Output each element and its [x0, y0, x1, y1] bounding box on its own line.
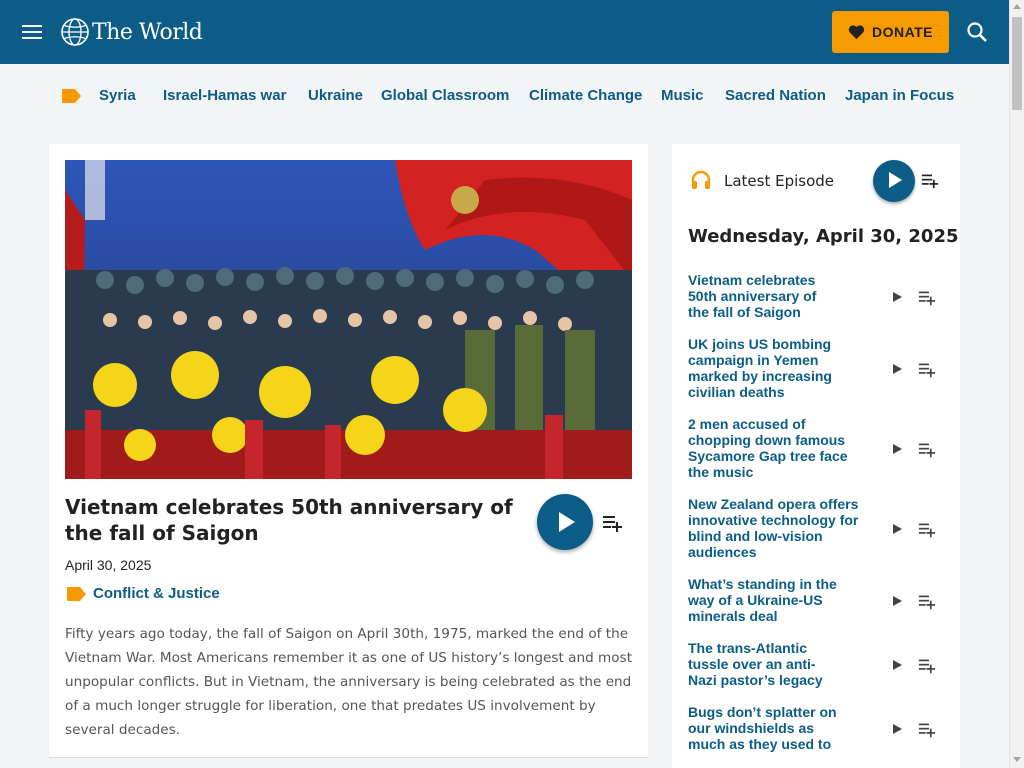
add-to-playlist-icon[interactable] [602, 513, 622, 533]
add-to-playlist-icon[interactable] [918, 721, 935, 738]
scroll-down-arrow-icon[interactable] [1013, 757, 1021, 762]
story-title[interactable]: Vietnam celebrates 50th anniversary of t… [65, 494, 515, 546]
episode-play-icon[interactable] [893, 723, 903, 735]
episode-date-heading: Wednesday, April 30, 2025 [688, 226, 959, 247]
add-to-playlist-icon[interactable] [918, 441, 935, 458]
episode-link[interactable]: Vietnam celebrates 50th anniversary of t… [688, 272, 838, 320]
topic-israel-hamas-war[interactable]: Israel-Hamas war [163, 87, 286, 104]
latest-episode-label: Latest Episode [724, 172, 835, 190]
add-to-playlist-icon[interactable] [918, 593, 935, 610]
topic-music[interactable]: Music [661, 87, 704, 104]
add-to-playlist-icon[interactable] [918, 521, 935, 538]
donate-label: DONATE [871, 24, 934, 40]
tag-icon [67, 587, 86, 601]
story-play-button[interactable] [537, 494, 593, 550]
site-header: The World DONATE [0, 0, 1009, 64]
topic-sacred-nation[interactable]: Sacred Nation [725, 87, 826, 104]
latest-episode-panel: Latest Episode Wednesday, April 30, 2025… [672, 144, 960, 768]
topic-ukraine[interactable]: Ukraine [308, 87, 363, 104]
menu-icon[interactable] [20, 20, 44, 44]
episode-play-icon[interactable] [893, 291, 903, 303]
topic-syria[interactable]: Syria [99, 87, 136, 104]
search-icon[interactable] [965, 20, 989, 44]
add-to-playlist-icon[interactable] [918, 289, 935, 306]
headphones-icon [691, 170, 711, 189]
episode-play-icon[interactable] [893, 659, 903, 671]
latest-episode-play-button[interactable] [873, 160, 915, 202]
story-summary: Fifty years ago today, the fall of Saigo… [65, 626, 633, 738]
latest-episode-row: Latest Episode [688, 160, 948, 202]
episode-link[interactable]: UK joins US bombing campaign in Yemen ma… [688, 336, 853, 400]
story-date: April 30, 2025 [65, 557, 152, 573]
story-category-link[interactable]: Conflict & Justice [93, 585, 220, 602]
episode-link[interactable]: 2 men accused of chopping down famous Sy… [688, 416, 858, 480]
episode-play-icon[interactable] [893, 363, 903, 375]
episode-play-icon[interactable] [893, 443, 903, 455]
donate-button[interactable]: DONATE [832, 11, 949, 53]
site-logo[interactable]: The World [60, 16, 203, 48]
scroll-thumb[interactable] [1012, 17, 1022, 110]
episode-play-icon[interactable] [893, 523, 903, 535]
add-to-playlist-icon[interactable] [918, 361, 935, 378]
topic-japan-in-focus[interactable]: Japan in Focus [845, 87, 954, 104]
page-scrollbar[interactable] [1009, 0, 1024, 768]
tag-icon [62, 89, 81, 103]
add-to-playlist-icon[interactable] [921, 172, 938, 189]
topic-global-classroom[interactable]: Global Classroom [381, 87, 509, 104]
topic-climate-change[interactable]: Climate Change [529, 87, 642, 104]
heart-icon [848, 25, 865, 40]
episode-link[interactable]: Bugs don’t splatter on our windshields a… [688, 704, 848, 752]
logo-text: The World [92, 19, 203, 45]
episode-play-icon[interactable] [893, 595, 903, 607]
episode-link[interactable]: What’s standing in the way of a Ukraine-… [688, 576, 848, 624]
add-to-playlist-icon[interactable] [918, 657, 935, 674]
story-hero-image[interactable] [65, 160, 632, 479]
episode-link[interactable]: The trans-Atlantic tussle over an anti-N… [688, 640, 843, 688]
episode-link[interactable]: New Zealand opera offers innovative tech… [688, 496, 870, 560]
globe-icon [61, 18, 89, 46]
featured-story-card: Vietnam celebrates 50th anniversary of t… [49, 144, 648, 758]
scroll-up-arrow-icon[interactable] [1013, 4, 1021, 9]
